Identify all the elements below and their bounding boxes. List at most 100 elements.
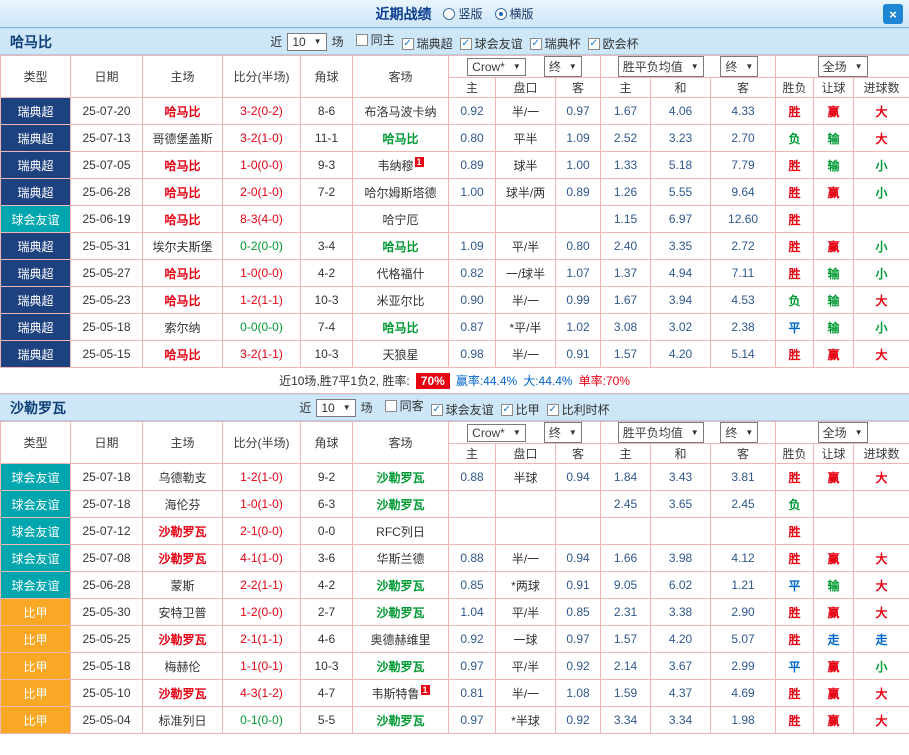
league-filter-checklist: 同主 瑞典超 球会友谊 瑞典杯 欧会杯 (349, 31, 639, 52)
matches-label: 场 (331, 35, 344, 49)
corners-cell: 7-2 (300, 178, 353, 206)
col-type: 类型 (0, 55, 71, 98)
match-row: 瑞典超 25-07-20 哈马比 3-2(0-2) 8-6 布洛马波卡纳 0.92 半/一 0.… (0, 97, 909, 125)
filter-checkbox-欧会杯[interactable]: 欧会杯 (587, 35, 639, 52)
odds-home-cell: 0.80 (448, 124, 496, 152)
result-cell: 胜 (775, 259, 815, 287)
result-cell: 平 (775, 571, 815, 599)
table-header-row-1: 类型 日期 主场 比分(半场) 角球 客场 Crow* ▼ 终 ▼ 胜平负均值 ▼ 终… (0, 55, 909, 98)
col-result: 胜负 (775, 443, 815, 464)
filter-checkbox-同主[interactable]: 同主 (355, 31, 395, 48)
avg-home-cell: 1.66 (600, 544, 652, 572)
score-cell: 0-1(0-0) (222, 706, 301, 734)
home-team-cell: 标准列日 (142, 706, 223, 734)
score-cell: 2-2(1-1) (222, 571, 301, 599)
league-cell: 比甲 (0, 652, 71, 680)
avg-type-select[interactable]: 胜平负均值 ▼ (617, 56, 704, 77)
away-team-cell: 沙勒罗瓦 (352, 463, 449, 491)
avg-away-cell: 4.33 (710, 97, 777, 125)
close-icon[interactable]: × (883, 4, 903, 24)
avg-draw-cell: 3.98 (650, 544, 712, 572)
avg-stage-select[interactable]: 终 ▼ (720, 422, 759, 443)
avg-header-group: 胜平负均值 ▼ 终 ▼ (600, 421, 777, 444)
radio-icon (494, 7, 507, 20)
date-cell: 25-05-18 (70, 313, 143, 341)
col-away: 客场 (352, 421, 449, 464)
filter-checkbox-比甲[interactable]: 比甲 (500, 401, 540, 418)
corners-cell: 0-0 (300, 517, 353, 545)
avg-draw-cell: 3.43 (650, 463, 712, 491)
scope-select[interactable]: 全场 ▼ (817, 56, 868, 77)
home-team-cell: 哈马比 (142, 97, 223, 125)
goals-result-cell: 大 (853, 598, 909, 626)
avg-away-cell: 4.12 (710, 544, 777, 572)
checkbox-label: 瑞典超 (416, 37, 453, 51)
date-cell: 25-05-18 (70, 652, 143, 680)
avg-draw-cell: 5.18 (650, 151, 712, 179)
avg-draw-cell: 4.94 (650, 259, 712, 287)
col-goals: 进球数 (853, 77, 909, 98)
home-team-cell: 沙勒罗瓦 (142, 679, 223, 707)
view-option-horizontal[interactable]: 横版 (494, 5, 534, 22)
odds-away-cell: 0.91 (554, 571, 602, 599)
odds-away-cell: 1.07 (554, 259, 602, 287)
away-team-cell: 米亚尔比 (352, 286, 449, 314)
away-team-cell: 沙勒罗瓦 (352, 706, 449, 734)
away-team-cell: 哈马比 (352, 313, 449, 341)
odds-home-cell: 0.89 (448, 151, 496, 179)
handicap-result-cell: 输 (813, 571, 855, 599)
filter-checkbox-瑞典杯[interactable]: 瑞典杯 (529, 35, 581, 52)
handicap-result-cell: 赢 (813, 178, 855, 206)
handicap-result-cell: 赢 (813, 598, 855, 626)
handicap-result-cell: 赢 (813, 679, 855, 707)
score-cell: 2-1(1-1) (222, 625, 301, 653)
goals-result-cell: 大 (853, 124, 909, 152)
odds-stage-select[interactable]: 终 ▼ (543, 422, 582, 443)
date-cell: 25-07-12 (70, 517, 143, 545)
avg-home-cell: 1.57 (600, 625, 652, 653)
filter-checkbox-球会友谊[interactable]: 球会友谊 (459, 35, 523, 52)
scope-select[interactable]: 全场 ▼ (817, 422, 868, 443)
select-value: 胜平负均值 (622, 60, 683, 74)
odds-company-select[interactable]: Crow* ▼ (467, 423, 526, 442)
league-cell: 球会友谊 (0, 544, 71, 572)
odds-stage-select[interactable]: 终 ▼ (543, 56, 582, 77)
odds-away-cell: 0.92 (554, 706, 602, 734)
date-cell: 25-06-28 (70, 178, 143, 206)
odds-line-cell: *半球 (495, 706, 556, 734)
col-date: 日期 (70, 55, 143, 98)
avg-home-cell: 1.59 (600, 679, 652, 707)
match-row: 球会友谊 25-07-18 海伦芬 1-0(1-0) 6-3 沙勒罗瓦 2.45 3.65 2.… (0, 490, 909, 518)
away-team-cell: 天狼星 (352, 340, 449, 368)
avg-home-cell: 1.33 (600, 151, 652, 179)
filter-checkbox-球会友谊[interactable]: 球会友谊 (430, 401, 494, 418)
league-cell: 球会友谊 (0, 571, 71, 599)
league-cell: 瑞典超 (0, 286, 71, 314)
avg-stage-select[interactable]: 终 ▼ (720, 56, 759, 77)
filter-checkbox-瑞典超[interactable]: 瑞典超 (401, 35, 453, 52)
home-team-cell: 安特卫普 (142, 598, 223, 626)
recent-count-select[interactable]: 10 ▼ (287, 32, 327, 51)
odds-home-cell: 0.97 (448, 652, 496, 680)
corners-cell: 7-4 (300, 313, 353, 341)
odds-company-select[interactable]: Crow* ▼ (467, 57, 526, 76)
away-team-cell: 哈马比 (352, 232, 449, 260)
filter-bar: 近 10 ▼ 场 同主 瑞典超 球会友谊 瑞典杯 欧会杯 (270, 31, 639, 52)
window-title: 近期战绩 (375, 5, 432, 22)
filter-checkbox-比利时杯[interactable]: 比利时杯 (546, 401, 610, 418)
filter-checkbox-同客[interactable]: 同客 (384, 397, 424, 414)
avg-type-select[interactable]: 胜平负均值 ▼ (617, 422, 704, 443)
view-option-vertical[interactable]: 竖版 (443, 5, 483, 22)
select-value: 终 (725, 60, 738, 74)
avg-away-cell: 2.72 (710, 232, 777, 260)
avg-home-cell: 1.15 (600, 205, 652, 233)
recent-count-select[interactable]: 10 ▼ (316, 398, 356, 417)
odds-away-cell (554, 490, 602, 518)
goals-result-cell: 大 (853, 571, 909, 599)
score-cell: 8-3(4-0) (222, 205, 301, 233)
avg-draw-cell: 3.67 (650, 652, 712, 680)
score-cell: 1-2(1-1) (222, 286, 301, 314)
avg-away-cell: 12.60 (710, 205, 777, 233)
match-row: 球会友谊 25-07-12 沙勒罗瓦 2-1(0-0) 0-0 RFC列日 胜 (0, 517, 909, 545)
score-cell: 3-2(1-0) (222, 124, 301, 152)
